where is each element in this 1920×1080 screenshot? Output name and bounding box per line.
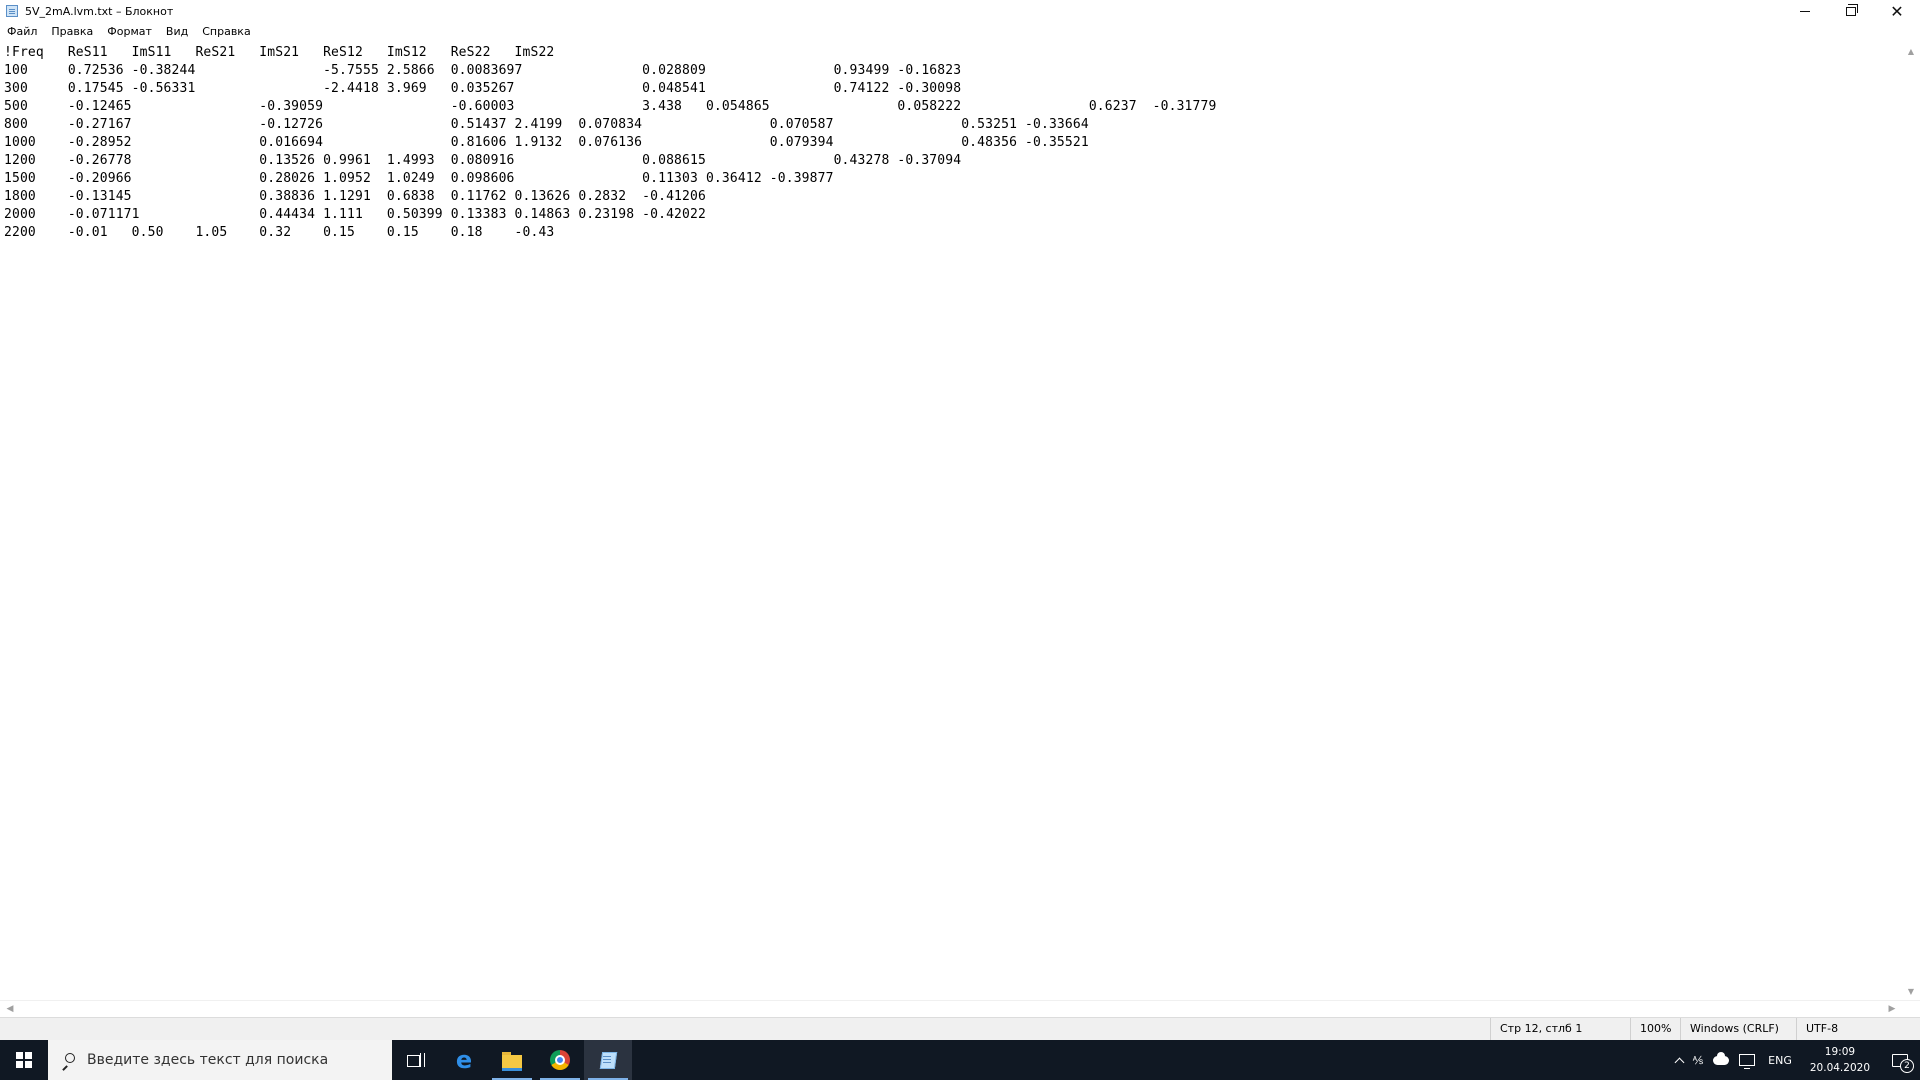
clock-time: 19:09 bbox=[1824, 1046, 1856, 1058]
editor-line: 100 0.72536 -0.38244 -5.7555 2.5866 0.00… bbox=[4, 63, 962, 78]
windows-logo-icon bbox=[16, 1052, 32, 1068]
show-hidden-icons-button[interactable] bbox=[1671, 1040, 1688, 1080]
minimize-icon bbox=[1800, 10, 1810, 12]
edge-button[interactable]: e bbox=[440, 1040, 488, 1080]
notepad-icon bbox=[5, 4, 19, 18]
cloud-icon bbox=[1713, 1051, 1730, 1065]
clock[interactable]: 19:09 20.04.2020 bbox=[1800, 1044, 1880, 1076]
onedrive-button[interactable] bbox=[1708, 1040, 1734, 1080]
chrome-icon bbox=[550, 1050, 570, 1070]
editor-line: !Freq ReS11 ImS11 ReS21 ImS21 ReS12 ImS1… bbox=[4, 45, 555, 60]
editor-line: 2200 -0.01 0.50 1.05 0.32 0.15 0.15 0.18… bbox=[4, 225, 555, 240]
scroll-left-icon[interactable]: ◀ bbox=[2, 1001, 18, 1017]
menu-bar: Файл Правка Формат Вид Справка bbox=[0, 22, 1920, 42]
file-explorer-icon bbox=[502, 1052, 522, 1071]
editor-line: 500 -0.12465 -0.39059 -0.60003 3.438 0.0… bbox=[4, 99, 1217, 114]
encoding: UTF-8 bbox=[1796, 1018, 1920, 1040]
taskbar: Введите здесь текст для поиска e ⅍ ENG 1… bbox=[0, 1040, 1920, 1080]
taskbar-search[interactable]: Введите здесь текст для поиска bbox=[48, 1040, 392, 1080]
menu-file[interactable]: Файл bbox=[0, 22, 44, 42]
scroll-down-icon[interactable]: ▼ bbox=[1902, 984, 1920, 998]
vertical-scrollbar[interactable]: ▲ ▼ bbox=[1902, 42, 1920, 1000]
chevron-up-icon bbox=[1674, 1057, 1685, 1067]
notification-badge: 2 bbox=[1900, 1059, 1914, 1073]
system-tray: ⅍ ENG 19:09 20.04.2020 2 bbox=[1671, 1040, 1920, 1080]
search-placeholder: Введите здесь текст для поиска bbox=[87, 1052, 329, 1068]
network-icon bbox=[1739, 1054, 1756, 1069]
language-indicator[interactable]: ENG bbox=[1760, 1040, 1800, 1080]
clock-date: 20.04.2020 bbox=[1809, 1062, 1870, 1074]
close-icon: ✕ bbox=[1890, 1, 1904, 21]
editor-line: 1500 -0.20966 0.28026 1.0952 1.0249 0.09… bbox=[4, 171, 834, 186]
notepad-taskbar-button[interactable] bbox=[584, 1040, 632, 1080]
task-view-icon bbox=[407, 1053, 425, 1067]
close-button[interactable]: ✕ bbox=[1874, 0, 1920, 22]
zoom-level: 100% bbox=[1630, 1018, 1680, 1040]
window-title: 5V_2mA.lvm.txt – Блокнот bbox=[25, 4, 174, 18]
start-button[interactable] bbox=[0, 1040, 48, 1080]
line-endings: Windows (CRLF) bbox=[1680, 1018, 1796, 1040]
title-bar: 5V_2mA.lvm.txt – Блокнот ✕ bbox=[0, 0, 1920, 22]
editor-line: 800 -0.27167 -0.12726 0.51437 2.4199 0.0… bbox=[4, 117, 1089, 132]
text-editor[interactable]: !Freq ReS11 ImS11 ReS21 ImS21 ReS12 ImS1… bbox=[0, 42, 1902, 1000]
menu-edit[interactable]: Правка bbox=[44, 22, 100, 42]
horizontal-scrollbar[interactable]: ◀ ▶ bbox=[0, 1000, 1920, 1017]
notepad-icon bbox=[599, 1051, 617, 1069]
maximize-button[interactable] bbox=[1828, 0, 1874, 22]
restore-icon bbox=[1846, 3, 1858, 16]
ime-icon[interactable]: ⅍ bbox=[1688, 1040, 1708, 1080]
chrome-button[interactable] bbox=[536, 1040, 584, 1080]
menu-help[interactable]: Справка bbox=[195, 22, 257, 42]
editor-content[interactable]: !Freq ReS11 ImS11 ReS21 ImS21 ReS12 ImS1… bbox=[0, 42, 1902, 242]
file-explorer-button[interactable] bbox=[488, 1040, 536, 1080]
editor-line: 300 0.17545 -0.56331 -2.4418 3.969 0.035… bbox=[4, 81, 962, 96]
task-view-button[interactable] bbox=[392, 1040, 440, 1080]
editor-line: 1200 -0.26778 0.13526 0.9961 1.4993 0.08… bbox=[4, 153, 962, 168]
search-icon bbox=[61, 1053, 75, 1071]
menu-view[interactable]: Вид bbox=[159, 22, 195, 42]
minimize-button[interactable] bbox=[1782, 0, 1828, 22]
editor-line: 1800 -0.13145 0.38836 1.1291 0.6838 0.11… bbox=[4, 189, 706, 204]
editor-line: 2000 -0.071171 0.44434 1.111 0.50399 0.1… bbox=[4, 207, 706, 222]
window-controls: ✕ bbox=[1782, 0, 1920, 22]
network-button[interactable] bbox=[1734, 1040, 1760, 1080]
scroll-right-icon[interactable]: ▶ bbox=[1884, 1001, 1900, 1017]
edge-icon: e bbox=[455, 1046, 473, 1074]
action-center-button[interactable]: 2 bbox=[1880, 1040, 1920, 1080]
status-bar: Стр 12, стлб 1 100% Windows (CRLF) UTF-8 bbox=[0, 1017, 1920, 1040]
cursor-position: Стр 12, стлб 1 bbox=[1490, 1018, 1630, 1040]
scroll-up-icon[interactable]: ▲ bbox=[1902, 44, 1920, 58]
menu-format[interactable]: Формат bbox=[100, 22, 159, 42]
editor-line: 1000 -0.28952 0.016694 0.81606 1.9132 0.… bbox=[4, 135, 1089, 150]
